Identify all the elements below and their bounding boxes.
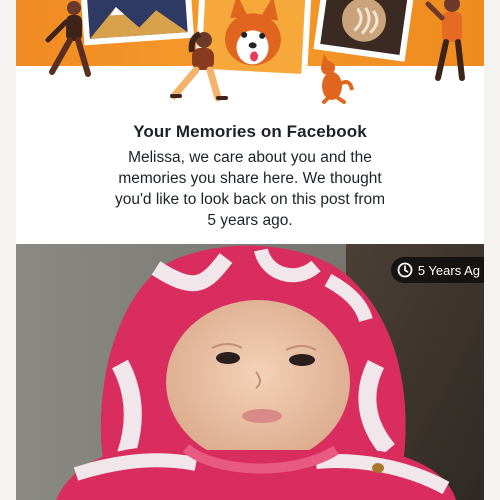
- memories-message: Melissa, we care about you and the memor…: [80, 147, 420, 231]
- memories-message-line: Melissa, we care about you and the: [128, 149, 372, 166]
- memories-message-line: memories you share here. We thought: [118, 170, 382, 187]
- memory-age-badge[interactable]: 5 Years Ag: [390, 257, 484, 283]
- memories-illustration: [16, 0, 484, 118]
- memories-title: Your Memories on Facebook: [133, 122, 367, 141]
- clock-icon: [397, 262, 413, 278]
- illustration-art: [45, 0, 465, 104]
- memories-message-line: 5 years ago.: [207, 212, 293, 229]
- memories-message-line: you'd like to look back on this post fro…: [114, 191, 386, 208]
- memory-age-label: 5 Years Ag: [417, 262, 480, 278]
- memories-screen: Your Memories on Facebook Melissa, we ca…: [16, 0, 484, 500]
- memory-photo[interactable]: 5 Years Ag: [16, 244, 484, 500]
